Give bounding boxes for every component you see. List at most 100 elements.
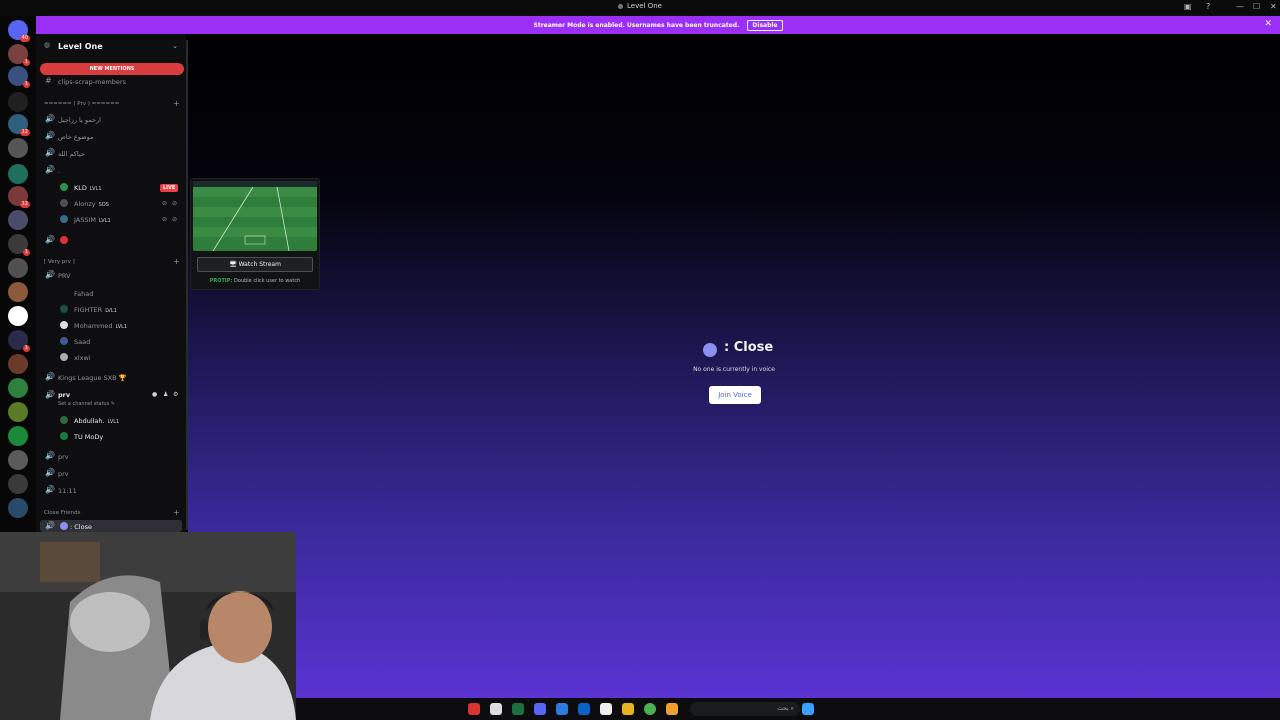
server-icon[interactable] bbox=[8, 450, 28, 470]
channel-status-hint[interactable]: Set a channel status ✎ bbox=[58, 401, 115, 407]
voice-channel-prv[interactable]: prv bbox=[58, 453, 69, 461]
server-icon-small: ◍ bbox=[44, 41, 51, 49]
voice-channel-prv[interactable]: prv bbox=[58, 391, 70, 399]
guild-badge: 1 bbox=[22, 345, 30, 352]
server-icon[interactable]: 1 bbox=[8, 330, 30, 352]
category-close-friends[interactable]: Close Friends bbox=[44, 510, 81, 516]
avatar bbox=[60, 199, 68, 207]
voice-user-mohammed[interactable]: Mohammed LVL1 bbox=[74, 322, 127, 330]
voice-user-fahad[interactable]: Fahad bbox=[74, 290, 93, 298]
folder-icon[interactable] bbox=[622, 703, 634, 715]
streamer-webcam-image bbox=[0, 532, 296, 720]
minimize-button[interactable]: — bbox=[1236, 2, 1244, 11]
voice-user-fighter[interactable]: FIGHTER LVL1 bbox=[74, 306, 117, 314]
level-badge: LVL1 bbox=[115, 324, 128, 330]
help-icon[interactable]: ? bbox=[1206, 2, 1210, 11]
user-name: JASSIM bbox=[74, 216, 97, 224]
home-icon[interactable]: 40 bbox=[8, 20, 30, 42]
server-icon[interactable] bbox=[8, 354, 28, 374]
banner-close-icon[interactable]: ✕ bbox=[1264, 19, 1272, 29]
maximize-button[interactable]: ☐ bbox=[1253, 2, 1260, 11]
user-name: FIGHTER bbox=[74, 306, 103, 314]
server-icon[interactable] bbox=[8, 402, 28, 422]
chat-icon[interactable]: ● bbox=[152, 391, 157, 398]
store-icon[interactable] bbox=[600, 703, 612, 715]
mute-icon: ⊘ bbox=[162, 216, 168, 223]
excel-icon[interactable] bbox=[512, 703, 524, 715]
gear-icon[interactable]: ⚙ bbox=[173, 391, 178, 398]
voice-channel[interactable]: حياكم الله bbox=[58, 150, 85, 158]
clock-icon bbox=[703, 343, 717, 357]
banner-message: Streamer Mode is enabled. Usernames have… bbox=[533, 22, 740, 29]
server-icon[interactable]: 12 bbox=[8, 186, 30, 208]
server-icon[interactable]: 12 bbox=[8, 114, 30, 136]
voice-channel-1111[interactable]: 11:11 bbox=[58, 487, 77, 495]
voice-user-abdullah[interactable]: Abdullah. LVL1 bbox=[74, 417, 119, 425]
server-icon[interactable] bbox=[8, 474, 28, 494]
join-voice-button[interactable]: Join Voice bbox=[709, 386, 761, 404]
server-icon[interactable] bbox=[8, 378, 28, 398]
app-icon[interactable] bbox=[556, 703, 568, 715]
app-icon[interactable] bbox=[666, 703, 678, 715]
server-icon[interactable]: 1 bbox=[8, 44, 30, 66]
close-window-button[interactable]: ✕ bbox=[1270, 2, 1277, 11]
voice-user-kld[interactable]: KLD LVL1 bbox=[74, 184, 102, 192]
server-name[interactable]: Level One bbox=[58, 42, 103, 51]
voice-channel[interactable]: . bbox=[58, 167, 60, 175]
voice-channel-kings-league[interactable]: Kings League SXB 🏆 bbox=[58, 374, 127, 382]
monitor-icon: 🖥 bbox=[229, 261, 237, 268]
voice-channel-prv[interactable]: PRV bbox=[58, 272, 71, 280]
voice-user-tumody[interactable]: TU MoDy bbox=[74, 433, 103, 441]
server-icon[interactable] bbox=[8, 498, 28, 518]
server-icon[interactable]: 1 bbox=[8, 66, 30, 88]
voice-user-alonzy[interactable]: Alonzy SOS bbox=[74, 200, 109, 208]
voice-channel[interactable]: موضوع خاص bbox=[58, 133, 94, 141]
mute-icon: ⊘ bbox=[162, 200, 168, 207]
server-icon[interactable] bbox=[8, 282, 28, 302]
discord-icon[interactable] bbox=[534, 703, 546, 715]
level-badge: LVL1 bbox=[99, 218, 111, 224]
windows-start-icon[interactable] bbox=[802, 703, 814, 715]
invite-icon[interactable]: ♟ bbox=[163, 391, 168, 398]
chevron-down-icon[interactable]: ⌄ bbox=[172, 42, 178, 50]
watch-stream-button[interactable]: 🖥 Watch Stream bbox=[197, 257, 313, 272]
windows-taskbar: بحث ⌕ bbox=[296, 698, 1280, 720]
disable-streamer-mode-button[interactable]: Disable bbox=[747, 20, 783, 31]
voice-user-jassim[interactable]: JASSIM LVL1 bbox=[74, 216, 111, 224]
clock-icon bbox=[60, 522, 68, 530]
add-channel-icon[interactable]: + bbox=[173, 508, 180, 517]
inbox-icon[interactable]: ▣ bbox=[1184, 2, 1192, 11]
live-badge: LIVE bbox=[160, 184, 179, 192]
taskbar-search[interactable]: بحث ⌕ bbox=[690, 702, 800, 716]
server-icon[interactable] bbox=[8, 164, 28, 184]
category-prv[interactable]: ====== ( Prv ) ====== bbox=[44, 101, 119, 107]
watch-stream-label: Watch Stream bbox=[238, 261, 281, 268]
category-very-prv[interactable]: [ Very prv ] bbox=[44, 259, 75, 265]
add-channel-icon[interactable]: + bbox=[173, 257, 180, 266]
server-icon[interactable] bbox=[8, 426, 28, 446]
speaker-icon: 🔊 bbox=[45, 451, 55, 460]
server-icon[interactable] bbox=[8, 138, 28, 158]
app-icon[interactable] bbox=[490, 703, 502, 715]
voice-user-xlxwi[interactable]: xlxwi bbox=[74, 354, 91, 362]
server-icon[interactable]: 1 bbox=[8, 234, 30, 256]
app-icon[interactable] bbox=[468, 703, 480, 715]
stream-thumbnail[interactable] bbox=[193, 181, 317, 251]
chrome-icon[interactable] bbox=[644, 703, 656, 715]
server-icon[interactable] bbox=[8, 306, 28, 326]
speaker-icon: 🔊 bbox=[45, 131, 55, 140]
server-icon[interactable] bbox=[8, 92, 28, 112]
voice-channel[interactable]: ارحمو يا رزاجيل bbox=[58, 116, 101, 124]
channel-clips-scrap-members[interactable]: clips-scrap-members bbox=[58, 78, 126, 86]
voice-channel-prv[interactable]: prv bbox=[58, 470, 69, 478]
outlook-icon[interactable] bbox=[578, 703, 590, 715]
guild-badge: 1 bbox=[22, 249, 30, 256]
server-icon[interactable] bbox=[8, 258, 28, 278]
add-channel-icon[interactable]: + bbox=[173, 99, 180, 108]
avatar bbox=[60, 321, 68, 329]
server-icon[interactable] bbox=[8, 210, 28, 230]
new-mentions-pill[interactable]: NEW MENTIONS bbox=[40, 63, 184, 75]
voice-user-saad[interactable]: Saad bbox=[74, 338, 90, 346]
voice-channel-close[interactable]: : Close bbox=[70, 523, 92, 531]
channel-sidebar: ◍ Level One ⌄ NEW MENTIONS # clips-scrap… bbox=[36, 34, 186, 532]
